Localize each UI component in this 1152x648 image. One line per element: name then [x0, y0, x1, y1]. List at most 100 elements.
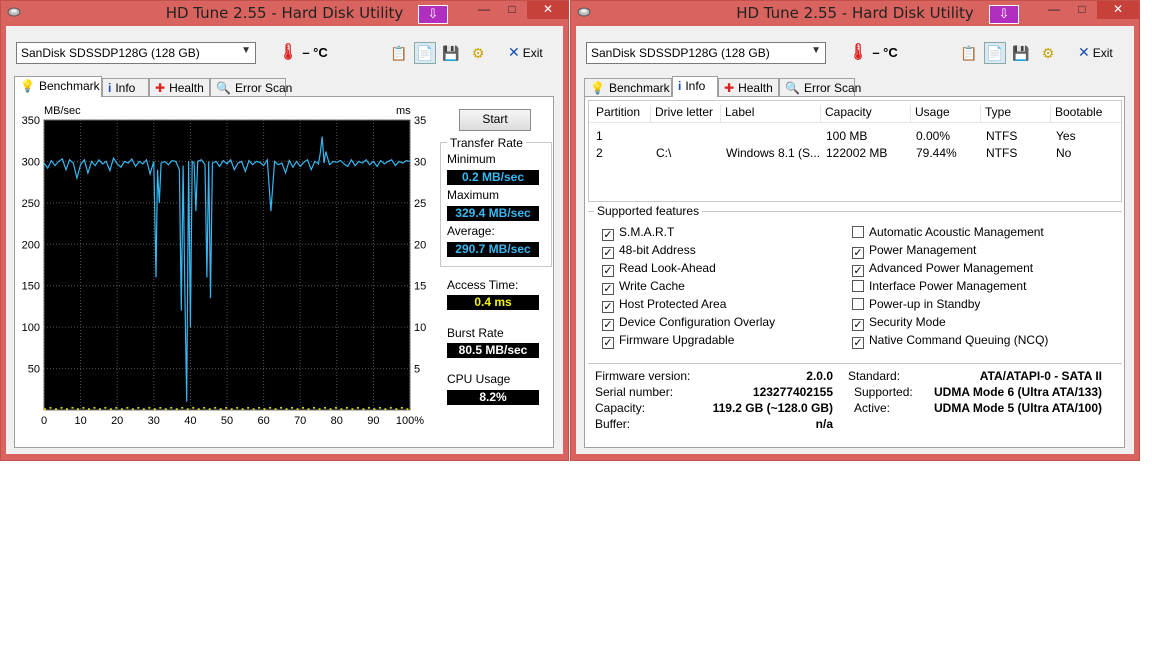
standard-label: Standard:: [848, 369, 901, 383]
feature-checkbox[interactable]: ✓ Power Management: [852, 243, 976, 259]
temperature-value: – °C: [872, 45, 898, 60]
checkbox-unchecked-icon[interactable]: [852, 280, 864, 292]
feature-checkbox[interactable]: Power-up in Standby: [852, 297, 980, 311]
y-right-tick-label: 10: [414, 322, 426, 334]
checkbox-checked-icon[interactable]: ✓: [602, 229, 614, 241]
checkbox-checked-icon[interactable]: ✓: [852, 319, 864, 331]
feature-checkbox[interactable]: ✓ 48-bit Address: [602, 243, 696, 259]
average-label: Average:: [447, 224, 495, 238]
x-tick-label: 30: [148, 415, 160, 427]
feature-checkbox[interactable]: ✓ Host Protected Area: [602, 297, 726, 313]
feature-checkbox[interactable]: ✓ Native Command Queuing (NCQ): [852, 333, 1048, 349]
download-badge-icon[interactable]: ⇩: [989, 5, 1019, 24]
exit-button[interactable]: ✕ Exit: [508, 44, 543, 61]
feature-checkbox[interactable]: ✓ Device Configuration Overlay: [602, 315, 775, 331]
tab-label: Health: [169, 81, 204, 95]
partition-table[interactable]: Partition Drive letter Label Capacity Us…: [588, 100, 1122, 202]
checkbox-checked-icon[interactable]: ✓: [852, 247, 864, 259]
access-time-point: [296, 408, 299, 410]
drive-select[interactable]: SanDisk SDSSDP128G (128 GB) ▼: [586, 42, 826, 64]
cell-type: NTFS: [986, 146, 1018, 160]
active-value: UDMA Mode 5 (Ultra ATA/100): [933, 401, 1102, 415]
serial-value: 123277402155: [752, 385, 833, 399]
copy-text-icon[interactable]: 📋: [958, 42, 980, 64]
maximize-button[interactable]: □: [1069, 1, 1095, 19]
access-time-point: [159, 407, 162, 409]
access-time-point: [49, 407, 52, 409]
exit-label: Exit: [522, 46, 543, 60]
health-cross-icon: ✚: [724, 81, 735, 95]
checkbox-checked-icon[interactable]: ✓: [602, 247, 614, 259]
copy-screenshot-icon[interactable]: 📄: [414, 42, 436, 64]
tab-benchmark[interactable]: 💡 Benchmark: [584, 78, 672, 96]
exit-button[interactable]: ✕ Exit: [1078, 44, 1113, 61]
access-time-point: [44, 408, 46, 410]
checkbox-checked-icon[interactable]: ✓: [602, 301, 614, 313]
cpu-usage-value: 8.2%: [447, 390, 539, 405]
cell-drive-letter: C:\: [656, 146, 672, 160]
column-header[interactable]: Usage: [910, 105, 950, 123]
tab-error-scan[interactable]: 🔍 Error Scan: [210, 78, 292, 96]
copy-screenshot-icon[interactable]: 📄: [984, 42, 1006, 64]
column-header[interactable]: Drive letter: [650, 105, 713, 123]
cell-type: NTFS: [986, 129, 1018, 143]
column-header[interactable]: Capacity: [820, 105, 872, 123]
feature-checkbox[interactable]: Automatic Acoustic Management: [852, 225, 1044, 239]
chevron-down-icon: ▼: [241, 45, 251, 56]
drive-select[interactable]: SanDisk SDSSDP128G (128 GB) ▼: [16, 42, 256, 64]
access-time-point: [378, 407, 381, 409]
cell-label: Windows 8.1 (S...: [726, 146, 821, 160]
options-icon[interactable]: ⚙: [467, 42, 489, 64]
tab-label: Health: [738, 81, 773, 95]
x-tick-label: 20: [111, 415, 123, 427]
feature-checkbox[interactable]: ✓ Advanced Power Management: [852, 261, 1033, 277]
save-icon[interactable]: 💾: [1010, 42, 1032, 64]
checkbox-checked-icon[interactable]: ✓: [602, 319, 614, 331]
minimize-button[interactable]: —: [471, 1, 497, 19]
y-left-tick-label: 100: [22, 322, 40, 334]
checkbox-checked-icon[interactable]: ✓: [852, 265, 864, 277]
checkbox-checked-icon[interactable]: ✓: [602, 337, 614, 349]
feature-checkbox[interactable]: ✓ Write Cache: [602, 279, 685, 295]
active-label: Active:: [854, 401, 891, 415]
download-badge-icon[interactable]: ⇩: [418, 5, 448, 24]
tab-info[interactable]: i Info: [672, 76, 718, 97]
checkbox-checked-icon[interactable]: ✓: [602, 265, 614, 277]
feature-checkbox[interactable]: ✓ Security Mode: [852, 315, 946, 331]
column-header[interactable]: Partition: [592, 105, 640, 123]
title-bar[interactable]: HD Tune 2.55 - Hard Disk Utility ⇩ — □ ✕: [571, 1, 1139, 25]
cell-bootable: No: [1056, 146, 1072, 160]
copy-text-icon[interactable]: 📋: [388, 42, 410, 64]
start-button[interactable]: Start: [459, 109, 531, 131]
column-header[interactable]: Label: [720, 105, 754, 123]
feature-checkbox[interactable]: Interface Power Management: [852, 279, 1026, 293]
save-icon[interactable]: 💾: [440, 42, 462, 64]
access-time-point: [291, 407, 294, 409]
tab-error-scan[interactable]: 🔍 Error Scan: [779, 78, 861, 96]
options-icon[interactable]: ⚙: [1037, 42, 1059, 64]
minimize-button[interactable]: —: [1041, 1, 1067, 19]
tab-health[interactable]: ✚ Health: [149, 78, 210, 96]
checkbox-checked-icon[interactable]: ✓: [852, 337, 864, 349]
tab-info[interactable]: i Info: [102, 78, 149, 96]
feature-checkbox[interactable]: ✓ Read Look-Ahead: [602, 261, 716, 277]
checkbox-unchecked-icon[interactable]: [852, 298, 864, 310]
capacity-value: 119.2 GB (~128.0 GB): [712, 401, 833, 415]
maximize-button[interactable]: □: [499, 1, 525, 19]
tab-benchmark[interactable]: 💡 Benchmark: [14, 76, 102, 97]
column-header[interactable]: Type: [980, 105, 1011, 123]
column-header[interactable]: Bootable: [1050, 105, 1102, 123]
access-time-value: 0.4 ms: [447, 295, 539, 310]
tab-health[interactable]: ✚ Health: [718, 78, 779, 96]
checkbox-checked-icon[interactable]: ✓: [602, 283, 614, 295]
feature-checkbox[interactable]: ✓ Firmware Upgradable: [602, 333, 734, 349]
checkbox-unchecked-icon[interactable]: [852, 226, 864, 238]
access-time-point: [131, 408, 134, 410]
title-bar[interactable]: HD Tune 2.55 - Hard Disk Utility ⇩ — □ ✕: [1, 1, 569, 25]
close-button[interactable]: ✕: [527, 1, 569, 19]
drive-select-value: SanDisk SDSSDP128G (128 GB): [591, 46, 770, 60]
benchmark-panel: 350 35 300 30 250 25 200 20 150 15 100 10 50 5 0 10 20 30…: [14, 96, 554, 448]
feature-checkbox[interactable]: ✓ S.M.A.R.T: [602, 225, 674, 241]
close-button[interactable]: ✕: [1097, 1, 1139, 19]
access-time-point: [60, 407, 63, 409]
